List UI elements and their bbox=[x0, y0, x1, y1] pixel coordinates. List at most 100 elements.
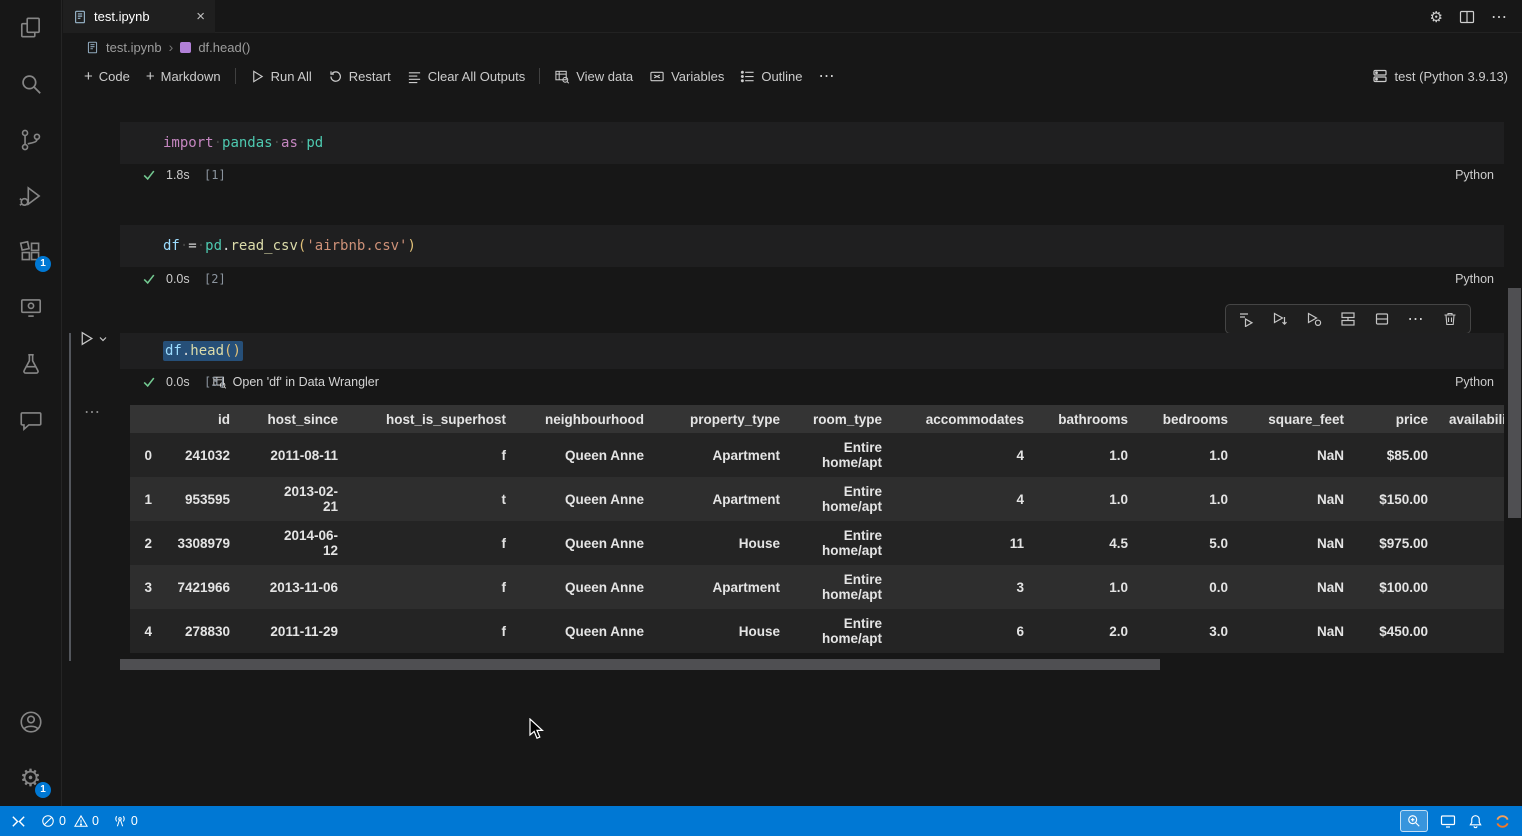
code-token: pd bbox=[306, 135, 323, 151]
table-cell: 5.0 bbox=[1138, 521, 1238, 565]
code-token: read_csv bbox=[230, 238, 297, 254]
table-cell: 11 bbox=[892, 521, 1034, 565]
column-header: host_is_superhost bbox=[348, 405, 516, 433]
vertical-scrollbar[interactable] bbox=[1508, 288, 1521, 518]
remote-window-indicator[interactable] bbox=[1440, 813, 1456, 829]
breadcrumb: test.ipynb › df.head() bbox=[86, 37, 250, 57]
symbol-method-icon bbox=[180, 42, 191, 53]
remote-explorer-icon[interactable] bbox=[0, 280, 61, 336]
settings-badge: 1 bbox=[35, 782, 51, 798]
source-control-icon[interactable] bbox=[0, 112, 61, 168]
run-cell-button[interactable] bbox=[78, 330, 108, 347]
table-cell: $100.00 bbox=[1354, 565, 1438, 609]
activity-bar-bottom: ⚙ 1 bbox=[0, 694, 61, 806]
editor-more-actions-icon[interactable]: ⋯ bbox=[1491, 7, 1508, 27]
tab-close-icon[interactable]: × bbox=[196, 9, 205, 24]
notebook-file-icon bbox=[73, 10, 87, 24]
table-cell: 1 bbox=[130, 477, 162, 521]
notifications-bell[interactable] bbox=[1468, 814, 1483, 829]
tab-test-ipynb[interactable]: test.ipynb × bbox=[63, 0, 215, 33]
testing-icon[interactable] bbox=[0, 336, 61, 392]
split-cell-icon[interactable] bbox=[1366, 306, 1398, 332]
notebook-file-icon bbox=[86, 41, 99, 54]
execute-cell-and-below-icon[interactable] bbox=[1264, 306, 1296, 332]
add-code-cell-button[interactable]: + Code bbox=[76, 65, 138, 88]
cell-1-editor[interactable]: import·pandas·as·pd bbox=[120, 122, 1504, 164]
cell-2-status: [2] 0.0s Python bbox=[120, 267, 1504, 291]
table-cell: 2.0 bbox=[1034, 609, 1138, 653]
table-cell: Queen Anne bbox=[516, 565, 654, 609]
restart-icon bbox=[328, 69, 343, 84]
debug-cell-icon[interactable] bbox=[1298, 306, 1330, 332]
add-markdown-cell-button[interactable]: + Markdown bbox=[138, 65, 229, 88]
zoom-button[interactable] bbox=[1400, 810, 1428, 832]
warnings-icon bbox=[74, 814, 88, 828]
run-all-button[interactable]: Run All bbox=[242, 65, 320, 88]
breadcrumb-symbol[interactable]: df.head() bbox=[198, 40, 250, 55]
problems-indicator[interactable]: 0 0 bbox=[41, 814, 99, 828]
cell-focus-indicator bbox=[69, 333, 71, 661]
activity-bar-top: 1 bbox=[0, 0, 61, 694]
bell-icon bbox=[1468, 814, 1483, 829]
output-table: idhost_sincehost_is_superhostneighbourho… bbox=[130, 405, 1504, 653]
table-cell bbox=[1438, 521, 1504, 565]
cell-language[interactable]: Python bbox=[1455, 375, 1494, 389]
remote-indicator[interactable] bbox=[10, 813, 27, 830]
cell-language[interactable]: Python bbox=[1455, 272, 1494, 286]
cell-2-editor[interactable]: df·=·pd.read_csv('airbnb.csv') bbox=[120, 225, 1504, 267]
add-markdown-label: Markdown bbox=[161, 69, 221, 84]
dataframe-output: idhost_sincehost_is_superhostneighbourho… bbox=[130, 405, 1504, 653]
extensions-icon[interactable]: 1 bbox=[0, 224, 61, 280]
code-token: = bbox=[188, 238, 196, 254]
restart-button[interactable]: Restart bbox=[320, 65, 399, 88]
column-header: bedrooms bbox=[1138, 405, 1238, 433]
table-cell: House bbox=[654, 521, 790, 565]
table-cell: House bbox=[654, 609, 790, 653]
breadcrumb-file[interactable]: test.ipynb bbox=[106, 40, 162, 55]
join-cells-icon[interactable] bbox=[1332, 306, 1364, 332]
split-editor-icon[interactable] bbox=[1459, 9, 1475, 25]
kernel-picker[interactable]: test (Python 3.9.13) bbox=[1372, 68, 1508, 84]
open-data-wrangler-link[interactable]: Open 'df' in Data Wrangler bbox=[212, 375, 379, 389]
status-bar-left: 0 0 0 bbox=[0, 813, 138, 830]
code-token: df bbox=[163, 238, 180, 254]
view-data-label: View data bbox=[576, 69, 633, 84]
jupyter-status-icon[interactable] bbox=[1495, 814, 1510, 829]
warning-count: 0 bbox=[92, 814, 99, 828]
ports-indicator[interactable]: 0 bbox=[113, 814, 138, 828]
delete-cell-icon[interactable] bbox=[1434, 306, 1466, 332]
table-cell: Queen Anne bbox=[516, 477, 654, 521]
horizontal-scrollbar[interactable] bbox=[120, 659, 1160, 670]
search-icon[interactable] bbox=[0, 56, 61, 112]
editor-actions: ⚙ ⋯ bbox=[1430, 0, 1508, 33]
execute-above-cells-icon[interactable] bbox=[1230, 306, 1262, 332]
table-cell: 1.0 bbox=[1138, 433, 1238, 477]
customize-layout-icon[interactable]: ⚙ bbox=[1430, 8, 1443, 26]
table-cell: Entire home/apt bbox=[790, 521, 892, 565]
view-data-button[interactable]: View data bbox=[546, 65, 641, 88]
settings-gear-icon[interactable]: ⚙ 1 bbox=[0, 750, 61, 806]
cell-3-editor[interactable]: df.head() bbox=[120, 333, 1504, 369]
table-cell bbox=[1438, 565, 1504, 609]
accounts-icon[interactable] bbox=[0, 694, 61, 750]
explorer-icon[interactable] bbox=[0, 0, 61, 56]
clear-all-outputs-button[interactable]: Clear All Outputs bbox=[399, 65, 534, 88]
chevron-down-icon bbox=[98, 334, 108, 344]
table-row: 42788302011-11-29fQueen AnneHouseEntire … bbox=[130, 609, 1504, 653]
run-debug-icon[interactable] bbox=[0, 168, 61, 224]
table-header-row: idhost_sincehost_is_superhostneighbourho… bbox=[130, 405, 1504, 433]
cell-more-actions-icon[interactable]: ⋯ bbox=[1400, 306, 1432, 332]
code-token: ) bbox=[408, 238, 416, 254]
cell-language[interactable]: Python bbox=[1455, 168, 1494, 182]
toolbar-more-actions[interactable]: ⋯ bbox=[811, 62, 844, 90]
run-all-icon bbox=[250, 69, 265, 84]
outline-button[interactable]: Outline bbox=[732, 65, 810, 88]
code-token: ) bbox=[232, 343, 240, 359]
plus-icon: + bbox=[84, 69, 93, 84]
radio-tower-icon bbox=[113, 814, 127, 828]
cell-1-status: [1] 1.8s Python bbox=[120, 163, 1504, 187]
run-all-label: Run All bbox=[271, 69, 312, 84]
chat-icon[interactable] bbox=[0, 392, 61, 448]
output-more-actions-icon[interactable]: ⋯ bbox=[84, 402, 101, 422]
variables-button[interactable]: Variables bbox=[641, 65, 732, 88]
